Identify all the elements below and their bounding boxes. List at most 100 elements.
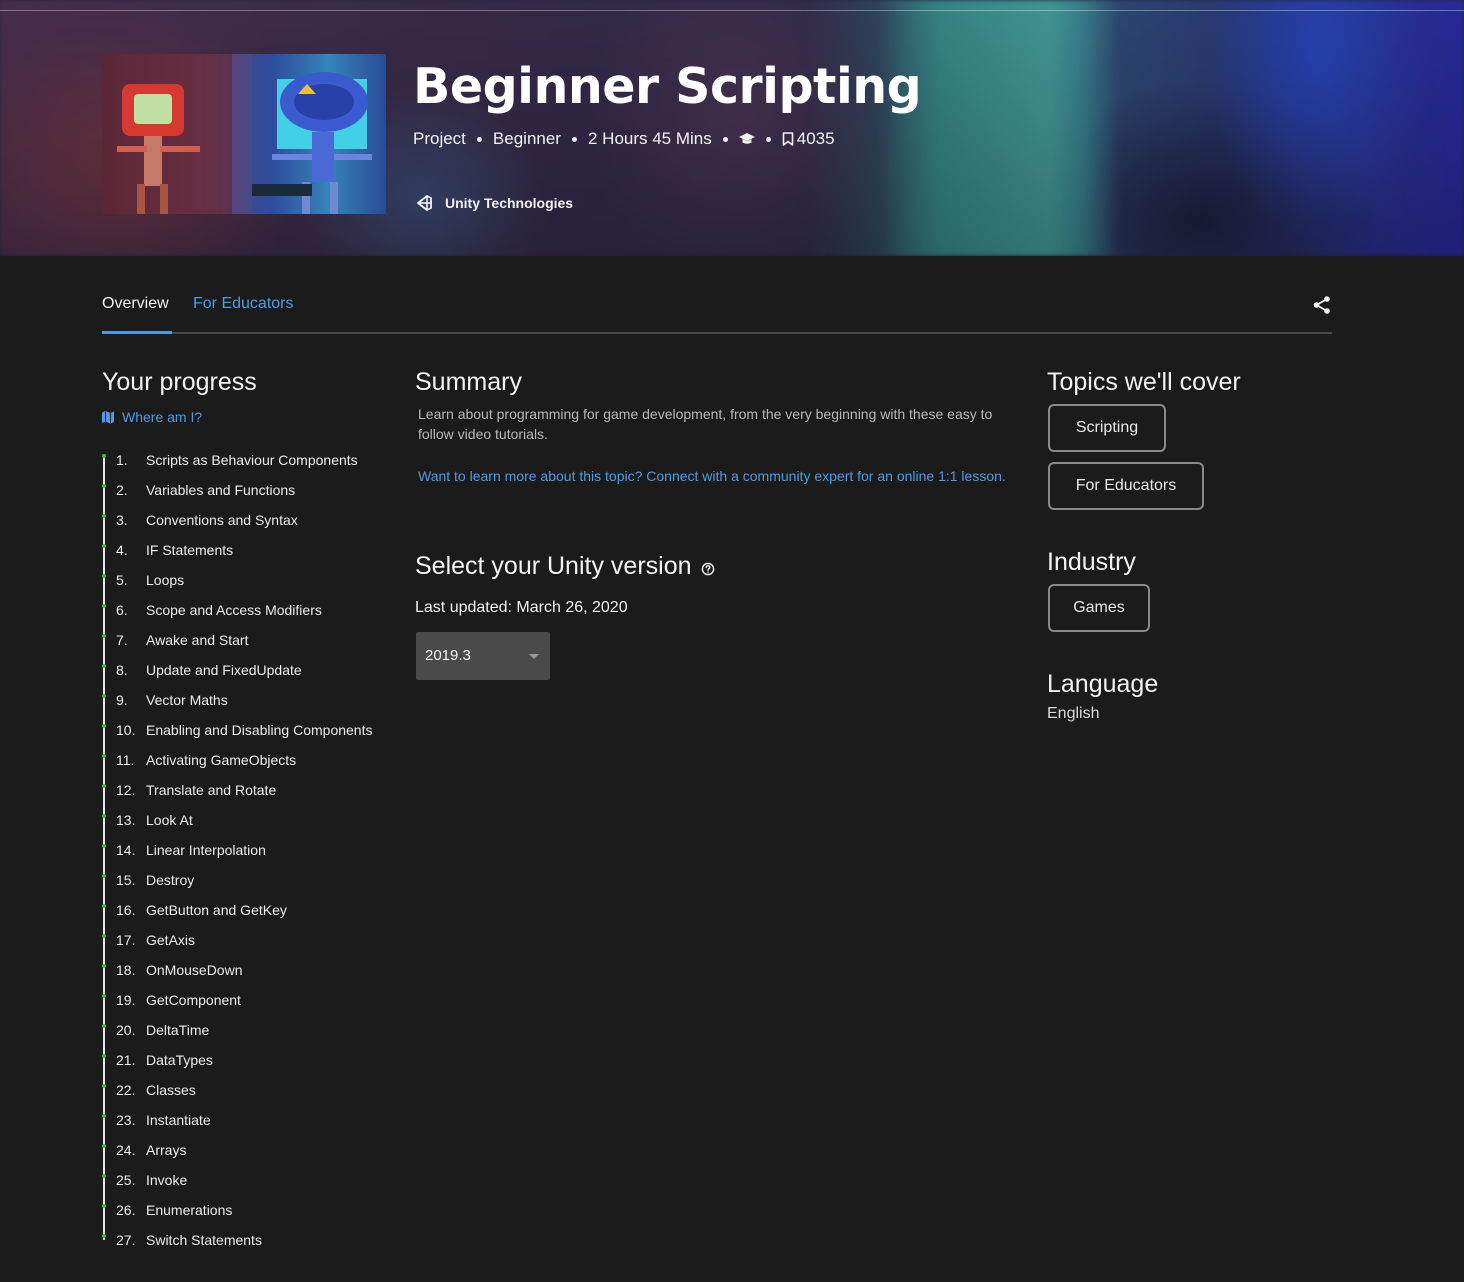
progress-dot <box>102 1024 106 1028</box>
progress-dot <box>102 724 106 728</box>
help-circle-icon[interactable] <box>701 562 715 576</box>
meta-duration: 2 Hours 45 Mins <box>587 129 712 148</box>
progress-dot <box>102 484 106 488</box>
where-am-i-link[interactable]: Where am I? <box>101 409 202 425</box>
lesson-number: 18. <box>116 962 136 978</box>
lesson-name: Look At <box>146 812 193 828</box>
language-title: Language <box>1047 670 1159 698</box>
progress-dot <box>102 874 106 878</box>
lesson-name: OnMouseDown <box>146 962 243 978</box>
page-title: Beginner Scripting <box>413 58 922 115</box>
lesson-name: Awake and Start <box>146 632 249 648</box>
lesson-number: 19. <box>116 992 136 1008</box>
bookmark-icon[interactable] <box>782 132 794 146</box>
lesson-name: Variables and Functions <box>146 482 296 498</box>
progress-dot <box>102 904 106 908</box>
lesson-number: 3. <box>116 512 128 528</box>
project-thumbnail <box>102 54 386 214</box>
lesson-name: DeltaTime <box>146 1022 210 1038</box>
lesson-number: 20. <box>116 1022 136 1038</box>
topic-chip-for-educators[interactable]: For Educators <box>1048 462 1204 510</box>
map-icon <box>102 411 114 424</box>
progress-dot <box>102 784 106 788</box>
lesson-name: Arrays <box>146 1142 187 1158</box>
lesson-name: IF Statements <box>146 542 234 558</box>
lesson-name: GetAxis <box>146 932 196 948</box>
industry-title: Industry <box>1047 548 1136 576</box>
lesson-name: Instantiate <box>146 1112 211 1128</box>
lesson-name: Enabling and Disabling Components <box>146 722 373 738</box>
progress-dot <box>102 634 106 638</box>
meta-separator <box>722 136 728 142</box>
progress-dot <box>102 1054 106 1058</box>
lesson-number: 24. <box>116 1142 136 1158</box>
lesson-number: 8. <box>116 662 128 678</box>
lesson-name: GetButton and GetKey <box>146 902 287 918</box>
lesson-name: Enumerations <box>146 1202 233 1218</box>
lesson-name: Conventions and Syntax <box>146 512 298 528</box>
lesson-name: Scripts as Behaviour Components <box>146 452 358 468</box>
last-updated: Last updated: March 26, 2020 <box>415 599 628 616</box>
lesson-name: Activating GameObjects <box>146 752 297 768</box>
version-title-text: Select your Unity version <box>415 552 692 580</box>
lesson-number: 13. <box>116 812 136 828</box>
lesson-number: 5. <box>116 572 128 588</box>
share-icon[interactable] <box>1312 295 1332 315</box>
progress-dot <box>102 574 106 578</box>
version-title: Select your Unity version <box>415 552 715 581</box>
progress-dot <box>102 1144 106 1148</box>
meta-type: Project <box>413 129 466 148</box>
community-expert-link[interactable]: Want to learn more about this topic? Con… <box>418 466 1018 486</box>
unity-logo-icon <box>416 194 434 212</box>
progress-dot <box>102 1204 106 1208</box>
author-name: Unity Technologies <box>445 195 574 211</box>
lesson-number: 10. <box>116 722 136 738</box>
author[interactable]: Unity Technologies <box>416 192 573 214</box>
meta-separator <box>476 136 482 142</box>
progress-dot <box>102 934 106 938</box>
saves-count: 4035 <box>796 129 835 148</box>
topic-chip-scripting[interactable]: Scripting <box>1048 404 1166 452</box>
lesson-number: 4. <box>116 542 128 558</box>
lesson-number: 27. <box>116 1232 136 1248</box>
industry-chip-games[interactable]: Games <box>1048 584 1150 632</box>
lesson-number: 12. <box>116 782 136 798</box>
lesson-name: Switch Statements <box>146 1232 262 1248</box>
lesson-name: Loops <box>146 572 185 588</box>
lesson-number: 1. <box>116 452 128 468</box>
topics-title: Topics we'll cover <box>1047 368 1241 396</box>
summary-title: Summary <box>415 368 522 396</box>
lesson-number: 2. <box>116 482 128 498</box>
where-am-i-label: Where am I? <box>122 409 203 425</box>
tab-overview[interactable]: Overview <box>102 295 169 313</box>
unity-version-select[interactable]: 2019.3 <box>416 632 550 680</box>
progress-dot <box>102 694 106 698</box>
progress-dot <box>102 964 106 968</box>
progress-dot <box>102 1174 106 1178</box>
lesson-number: 21. <box>116 1052 136 1068</box>
lesson-name: Scope and Access Modifiers <box>146 602 322 618</box>
lesson-number: 23. <box>116 1112 136 1128</box>
lesson-number: 17. <box>116 932 136 948</box>
progress-dot <box>102 664 106 668</box>
progress-dot <box>102 1234 106 1238</box>
lesson-number: 22. <box>116 1082 136 1098</box>
progress-dot <box>102 754 106 758</box>
language-value: English <box>1047 705 1100 722</box>
hero-banner: Beginner Scripting Project Beginner 2 Ho… <box>0 0 1464 256</box>
summary-text: Learn about programming for game develop… <box>418 406 993 442</box>
lesson-name: Invoke <box>146 1172 188 1188</box>
project-meta: Project Beginner 2 Hours 45 Mins 4035 <box>413 128 835 150</box>
active-tab-indicator <box>102 331 172 334</box>
lesson-number: 14. <box>116 842 136 858</box>
lesson-name: Classes <box>146 1082 196 1098</box>
tab-for-educators[interactable]: For Educators <box>193 295 293 313</box>
lesson-number: 16. <box>116 902 136 918</box>
caret-down-icon <box>529 654 539 659</box>
progress-dot <box>102 604 106 608</box>
lesson-name: Translate and Rotate <box>146 782 277 798</box>
meta-separator <box>571 136 577 142</box>
meta-level: Beginner <box>492 129 561 148</box>
selected-version: 2019.3 <box>425 647 471 664</box>
lesson-number: 11. <box>116 752 135 768</box>
